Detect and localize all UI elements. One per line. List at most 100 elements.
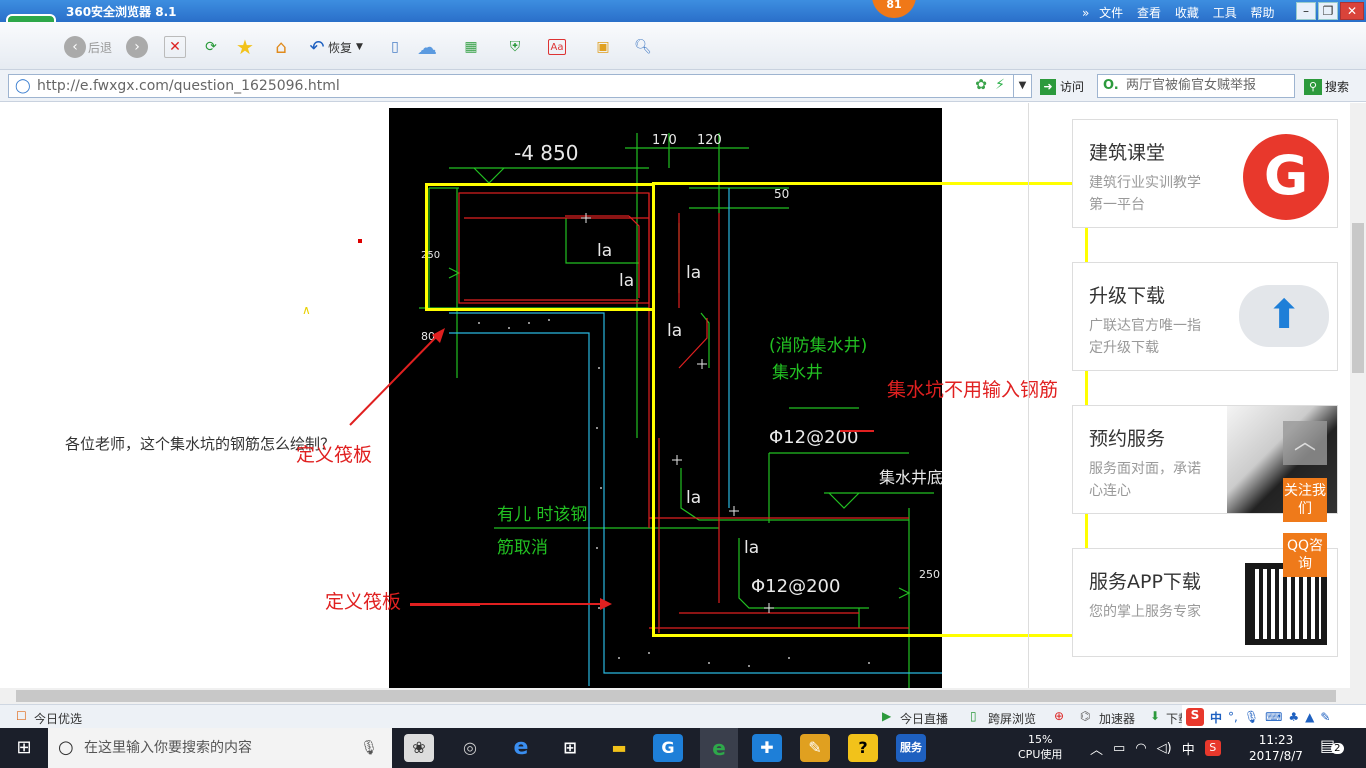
annotation-arrow-2: [410, 603, 610, 605]
today-live-link[interactable]: 今日直播: [900, 710, 948, 727]
hscroll-thumb[interactable]: [16, 690, 1336, 702]
plus-icon[interactable]: ⊕: [1054, 709, 1064, 723]
browser-title: 360安全浏览器 8.1: [66, 5, 177, 19]
taskbar: ⊞ ○ 在这里输入你要搜索的内容 🎙︎ ❀ ◎ e ⊞ ▬ G e ✚ ✎ ? …: [0, 728, 1366, 768]
maximize-button[interactable]: ❐: [1318, 2, 1338, 20]
ime-indicator[interactable]: 中: [1182, 739, 1195, 758]
apps-grid-icon[interactable]: ▦: [460, 36, 482, 58]
store-icon[interactable]: ⊞: [555, 734, 585, 762]
search-button[interactable]: ⚲ 搜索: [1304, 78, 1349, 95]
start-button[interactable]: ⊞: [0, 728, 48, 768]
live-icon: ▶: [882, 709, 892, 723]
url-field[interactable]: ◯ http://e.fwxgx.com/question_1625096.ht…: [8, 74, 1032, 98]
red-dot: [358, 239, 362, 243]
download-icon: ⬇: [1150, 709, 1161, 723]
service-app-icon[interactable]: 服务: [896, 734, 926, 762]
plus-app-icon[interactable]: ✚: [752, 734, 782, 762]
scroll-thumb[interactable]: [1352, 223, 1364, 373]
refresh-icon[interactable]: ⟳: [200, 36, 222, 58]
translate-icon[interactable]: Aa: [548, 39, 566, 55]
search-input[interactable]: O. 两厅官被偷官女贼举报: [1097, 74, 1295, 98]
title-bar: 360安全浏览器 8.1 81 » 文件 查看 收藏 工具 帮助 – ❐ ✕: [0, 0, 1366, 22]
cad-label-elevation: -4 850: [514, 141, 578, 165]
url-dropdown-icon[interactable]: ▼: [1013, 75, 1031, 97]
menu-tools[interactable]: 工具: [1213, 4, 1237, 21]
status-bar: ☐ 今日优选 ▶ 今日直播 ▯ 跨屏浏览 ⊕ ⌬ 加速器 ⬇ 下载 S 中 °,…: [0, 704, 1366, 729]
stop-icon[interactable]: ✕: [164, 36, 186, 58]
back-to-top-button[interactable]: ︿: [1283, 421, 1327, 465]
back-button[interactable]: ‹ 后退: [64, 34, 112, 60]
annotation-define-raft-1: 定义筏板: [296, 444, 373, 466]
favorite-star-icon[interactable]: ★: [234, 35, 256, 59]
gift-icon: ☐: [16, 709, 27, 723]
card-building-class[interactable]: 建筑课堂 建筑行业实训教学第一平台 G: [1072, 119, 1338, 228]
annotation-arrows: [349, 328, 480, 606]
card-upgrade-download[interactable]: 升级下载 广联达官方唯一指定升级下载 ⬆: [1072, 262, 1338, 371]
visit-button[interactable]: ➜ 访问: [1040, 78, 1084, 95]
restore-button[interactable]: ↶ 恢复 ▼: [306, 34, 362, 60]
brand-logo-icon: G: [1243, 134, 1329, 220]
annotation-line-phi: [840, 430, 874, 432]
close-button[interactable]: ✕: [1340, 2, 1364, 20]
mic-icon: 🎙︎: [1243, 710, 1260, 724]
menu-view[interactable]: 查看: [1137, 4, 1161, 21]
annotation-define-raft-2: 定义筏板: [325, 591, 402, 613]
edge-icon[interactable]: e: [506, 734, 536, 762]
sidebar: 建筑课堂 建筑行业实训教学第一平台 G 升级下载 广联达官方唯一指定升级下载 ⬆…: [1028, 103, 1350, 688]
cpu-meter: 15% CPU使用: [1018, 733, 1063, 761]
home-icon[interactable]: ⌂: [270, 36, 292, 58]
browser-360-icon[interactable]: e: [700, 728, 738, 768]
volume-icon[interactable]: ◁): [1157, 741, 1172, 756]
accelerator-icon: ⌬: [1080, 709, 1091, 723]
folder-icon[interactable]: ▬: [604, 734, 634, 762]
menu-more-icon[interactable]: »: [1082, 6, 1089, 20]
taskbar-search-input[interactable]: ○ 在这里输入你要搜索的内容 🎙︎: [48, 728, 392, 768]
horizontal-scrollbar[interactable]: [0, 688, 1366, 704]
search-icon: ⚲: [1304, 78, 1322, 95]
cloud-icon[interactable]: ☁: [416, 35, 438, 59]
wifi-icon[interactable]: ◠: [1135, 741, 1146, 756]
glodon-g-icon[interactable]: G: [653, 734, 683, 762]
task-view-icon[interactable]: ❀: [404, 734, 434, 762]
cloud-upload-icon: ⬆: [1239, 285, 1329, 347]
update-badge[interactable]: 81: [872, 0, 916, 18]
accelerator-link[interactable]: 加速器: [1099, 710, 1135, 727]
toolbar: ‹ 后退 › ✕ ⟳ ★ ⌂ ↶ 恢复 ▼ ▯ ☁ ▦ ⛨ Aa ▣ 🔍︎: [0, 22, 1366, 70]
forward-arrow-icon[interactable]: ›: [126, 36, 148, 58]
cad-label-dim-170: 170: [652, 133, 677, 148]
cad-label-dim-120: 120: [697, 133, 722, 148]
lightning-icon[interactable]: ⚡: [995, 77, 1005, 93]
search-circle-icon: ○: [58, 737, 74, 758]
clock[interactable]: 11:23 2017/8/7: [1246, 732, 1306, 764]
help-app-icon[interactable]: ?: [848, 734, 878, 762]
undo-icon: ↶: [309, 36, 325, 58]
minimize-button[interactable]: –: [1296, 2, 1316, 20]
tray-expand-icon[interactable]: ︿: [1090, 739, 1103, 758]
tray: ︿ ▭ ◠ ◁) 中 S: [1090, 728, 1221, 768]
today-picks-link[interactable]: 今日优选: [34, 710, 82, 727]
swirl-app-icon[interactable]: ◎: [455, 734, 485, 762]
secure-icon[interactable]: ✿: [975, 77, 987, 93]
zoom-icon[interactable]: 🔍︎: [632, 36, 654, 58]
cross-screen-link[interactable]: 跨屏浏览: [988, 710, 1036, 727]
address-bar: ◯ http://e.fwxgx.com/question_1625096.ht…: [0, 70, 1366, 102]
mic-icon[interactable]: 🎙︎: [360, 728, 378, 768]
vertical-scrollbar[interactable]: [1350, 103, 1366, 688]
skin-icon: ♣: [1288, 710, 1300, 724]
keyboard-icon: ⌨: [1265, 710, 1283, 724]
menu-file[interactable]: 文件: [1099, 4, 1123, 21]
follow-us-button[interactable]: 关注我们: [1283, 478, 1327, 522]
battery-icon[interactable]: ▭: [1113, 741, 1125, 756]
notes-icon[interactable]: ✎: [800, 734, 830, 762]
menu-favorites[interactable]: 收藏: [1175, 4, 1199, 21]
phone-icon[interactable]: ▯: [384, 36, 406, 58]
screenshot-icon[interactable]: ▣: [592, 36, 614, 58]
visit-arrow-icon: ➜: [1040, 78, 1056, 95]
ime-toolbar[interactable]: S 中 °, 🎙︎ ⌨ ♣ ▲ ✎: [1182, 705, 1366, 729]
notification-button[interactable]: ▤2: [1320, 736, 1344, 755]
search-engine-icon: O.: [1103, 78, 1119, 93]
menu-help[interactable]: 帮助: [1251, 4, 1275, 21]
sogou-tray-icon[interactable]: S: [1204, 740, 1221, 756]
shield-icon[interactable]: ⛨: [504, 36, 526, 58]
qq-consult-button[interactable]: QQ咨询: [1283, 533, 1327, 577]
